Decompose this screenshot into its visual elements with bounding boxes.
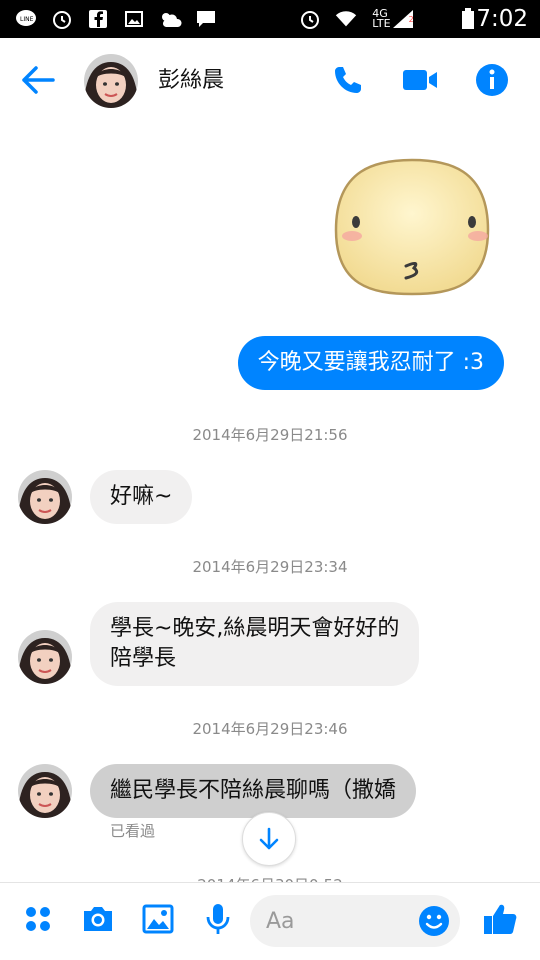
seen-indicator: 已看過 bbox=[110, 822, 156, 840]
composer-bar bbox=[0, 882, 540, 960]
wifi-icon bbox=[334, 7, 358, 31]
message-timestamp-partial: 2014年6月30日0:52 bbox=[0, 874, 540, 882]
message-composer[interactable] bbox=[250, 895, 460, 947]
network-label: 4G LTE bbox=[372, 7, 391, 30]
lte-signal-icon: 4G LTE 2 bbox=[366, 7, 420, 31]
incoming-message-bubble[interactable]: 繼民學長不陪絲晨聊嗎（撒嬌 bbox=[90, 764, 417, 818]
camera-icon bbox=[84, 907, 112, 931]
line-icon: LINE bbox=[14, 7, 38, 31]
message-timestamp: 2014年6月29日23:46 bbox=[192, 720, 348, 738]
camera-button[interactable] bbox=[76, 897, 120, 941]
voice-message-button[interactable] bbox=[196, 897, 240, 941]
video-call-button[interactable] bbox=[396, 56, 444, 104]
chat-icon bbox=[194, 7, 218, 31]
message-timestamp: 2014年6月29日23:34 bbox=[192, 558, 348, 576]
video-camera-icon bbox=[403, 70, 437, 90]
message-list[interactable]: 今晚又要讓我忍耐了 :3 2014年6月29日21:56 好嘛~ 2014年6月… bbox=[0, 122, 540, 882]
sender-avatar[interactable] bbox=[18, 470, 72, 524]
message-input[interactable] bbox=[266, 895, 406, 947]
outgoing-message-bubble[interactable]: 今晚又要讓我忍耐了 :3 bbox=[237, 336, 504, 390]
image-icon bbox=[122, 7, 146, 31]
image-icon bbox=[142, 904, 174, 934]
back-arrow-icon bbox=[22, 66, 55, 94]
like-button[interactable] bbox=[478, 897, 522, 941]
emoji-button[interactable] bbox=[416, 903, 452, 939]
scroll-to-bottom-button[interactable] bbox=[242, 812, 296, 866]
alarm-icon bbox=[298, 7, 322, 31]
incoming-message-bubble[interactable]: 好嘛~ bbox=[90, 470, 193, 524]
sender-avatar[interactable] bbox=[18, 630, 72, 684]
microphone-icon bbox=[206, 904, 230, 934]
contact-avatar[interactable] bbox=[84, 54, 138, 108]
phone-icon bbox=[335, 67, 361, 93]
sticker-message[interactable] bbox=[322, 148, 502, 308]
message-timestamp: 2014年6月29日21:56 bbox=[192, 426, 348, 444]
clock: 7:02 bbox=[476, 6, 528, 32]
gallery-button[interactable] bbox=[136, 897, 180, 941]
grid-dots-icon bbox=[26, 907, 50, 931]
status-bar: LINE 4G LTE 2 7:02 bbox=[0, 0, 540, 38]
signal-badge: 2 bbox=[408, 14, 414, 24]
incoming-message-bubble[interactable]: 學長~晚安,絲晨明天會好好的 陪學長 bbox=[90, 602, 420, 686]
alarm-icon bbox=[50, 7, 74, 31]
conversation-header: 彭絲晨 bbox=[0, 38, 540, 122]
facebook-icon bbox=[86, 7, 110, 31]
smiley-icon bbox=[419, 906, 449, 936]
back-button[interactable] bbox=[16, 58, 60, 102]
contact-name[interactable]: 彭絲晨 bbox=[158, 66, 224, 96]
blushing-kiss-face-sticker bbox=[334, 158, 490, 296]
sender-avatar[interactable] bbox=[18, 764, 72, 818]
weather-icon bbox=[158, 7, 182, 31]
conversation-info-button[interactable] bbox=[468, 56, 516, 104]
info-icon bbox=[476, 64, 508, 96]
more-actions-button[interactable] bbox=[16, 897, 60, 941]
voice-call-button[interactable] bbox=[324, 56, 372, 104]
arrow-down-icon bbox=[259, 827, 279, 850]
thumbs-up-icon bbox=[484, 904, 517, 934]
svg-text:LINE: LINE bbox=[20, 16, 34, 23]
